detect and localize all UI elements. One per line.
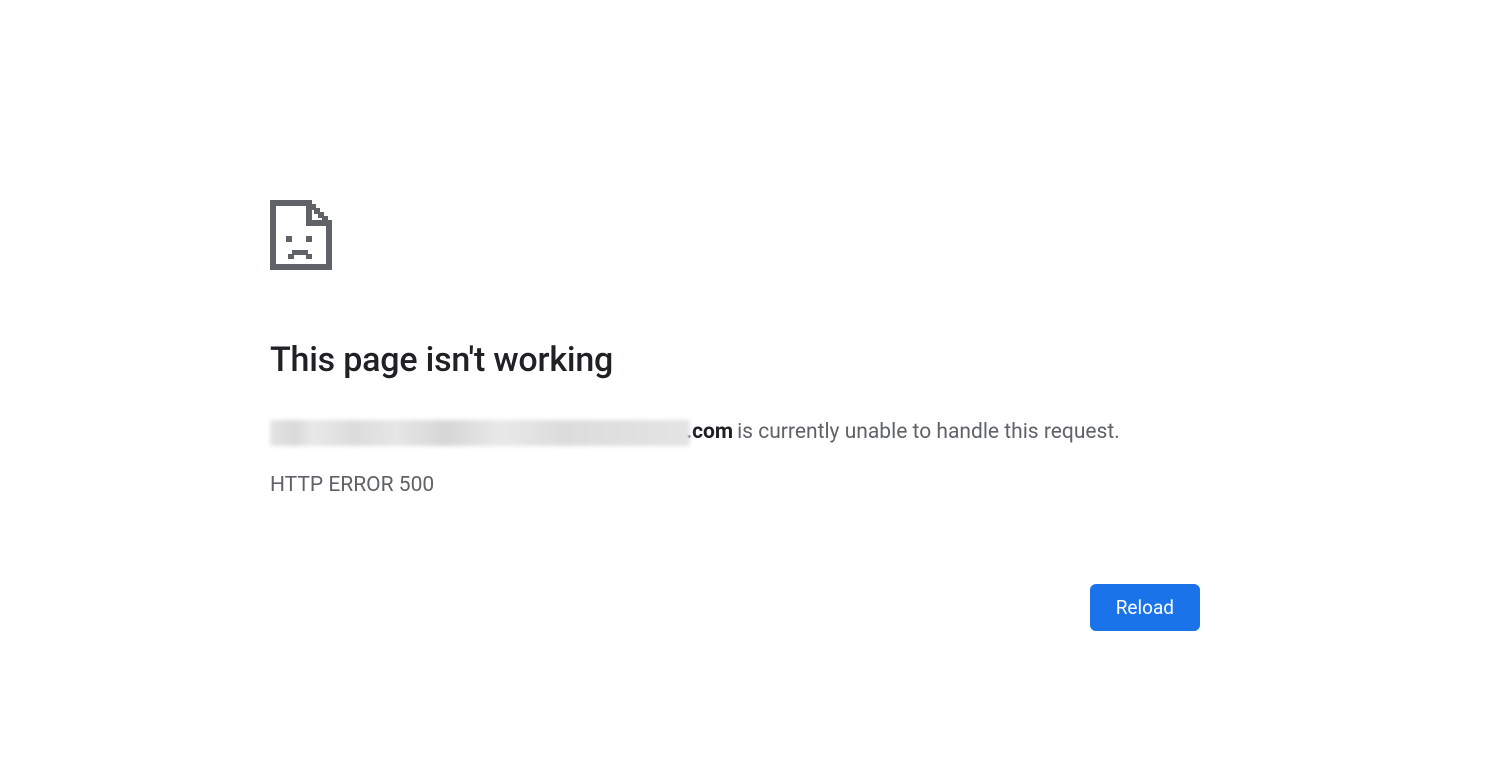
error-message: .com is currently unable to handle this … <box>270 418 1200 447</box>
error-page-container: This page isn't working .com is currentl… <box>270 200 1200 497</box>
reload-button[interactable]: Reload <box>1090 584 1200 631</box>
error-code-label: HTTP ERROR 500 <box>270 473 1200 497</box>
error-heading: This page isn't working <box>270 340 1200 380</box>
sad-document-icon <box>270 200 1200 270</box>
error-message-tail: is currently unable to handle this reque… <box>737 418 1120 447</box>
action-row: Reload <box>1090 584 1200 631</box>
domain-suffix: .com <box>686 418 733 447</box>
redacted-domain <box>270 420 690 446</box>
